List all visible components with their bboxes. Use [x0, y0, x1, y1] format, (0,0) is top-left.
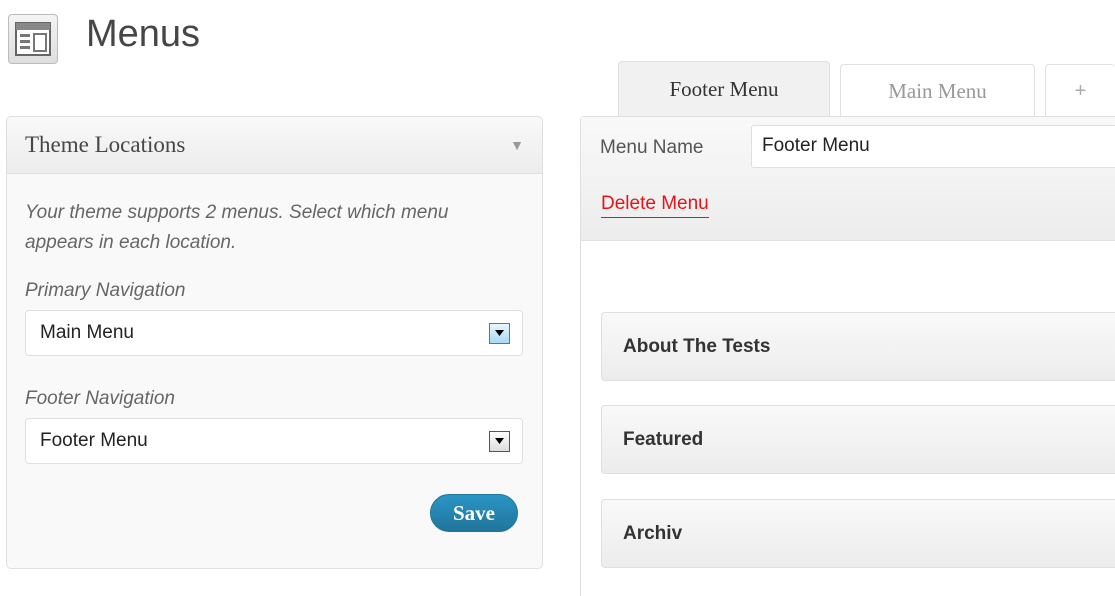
menu-tabs: Footer Menu Main Menu +: [618, 61, 1115, 117]
save-button[interactable]: Save: [430, 494, 518, 532]
tab-main-menu[interactable]: Main Menu: [840, 64, 1035, 117]
page-title: Menus: [86, 12, 201, 55]
menu-editor: Menu Name Footer Menu Delete Menu About …: [580, 116, 1115, 596]
theme-locations-box: Theme Locations ▼ Your theme supports 2 …: [6, 116, 543, 569]
theme-locations-title: Theme Locations: [25, 132, 186, 157]
menu-item-about-the-tests[interactable]: About The Tests: [601, 312, 1115, 381]
footer-navigation-label: Footer Navigation: [25, 388, 175, 409]
theme-locations-header[interactable]: Theme Locations ▼: [7, 117, 542, 174]
delete-menu-link[interactable]: Delete Menu: [601, 193, 709, 218]
collapse-arrow-icon[interactable]: ▼: [510, 137, 524, 153]
primary-navigation-select[interactable]: Main Menu: [25, 310, 523, 356]
menu-name-label: Menu Name: [600, 137, 704, 158]
theme-locations-description: Your theme supports 2 menus. Select whic…: [25, 202, 449, 253]
add-menu-tab[interactable]: +: [1045, 64, 1115, 117]
menu-item-archiv[interactable]: Archiv: [601, 499, 1115, 568]
tab-footer-menu[interactable]: Footer Menu: [618, 61, 830, 117]
primary-navigation-value: Main Menu: [40, 322, 134, 343]
footer-navigation-select[interactable]: Footer Menu: [25, 418, 523, 464]
menu-editor-header: Menu Name Footer Menu Delete Menu: [581, 117, 1115, 241]
menu-item-featured[interactable]: Featured: [601, 405, 1115, 474]
menus-icon: [8, 14, 58, 64]
page-header: Menus: [8, 8, 200, 64]
dropdown-arrow-icon[interactable]: [489, 430, 510, 452]
menu-name-input[interactable]: Footer Menu: [751, 125, 1115, 168]
primary-navigation-label: Primary Navigation: [25, 280, 186, 301]
dropdown-arrow-icon[interactable]: [489, 322, 510, 344]
footer-navigation-value: Footer Menu: [40, 430, 148, 451]
